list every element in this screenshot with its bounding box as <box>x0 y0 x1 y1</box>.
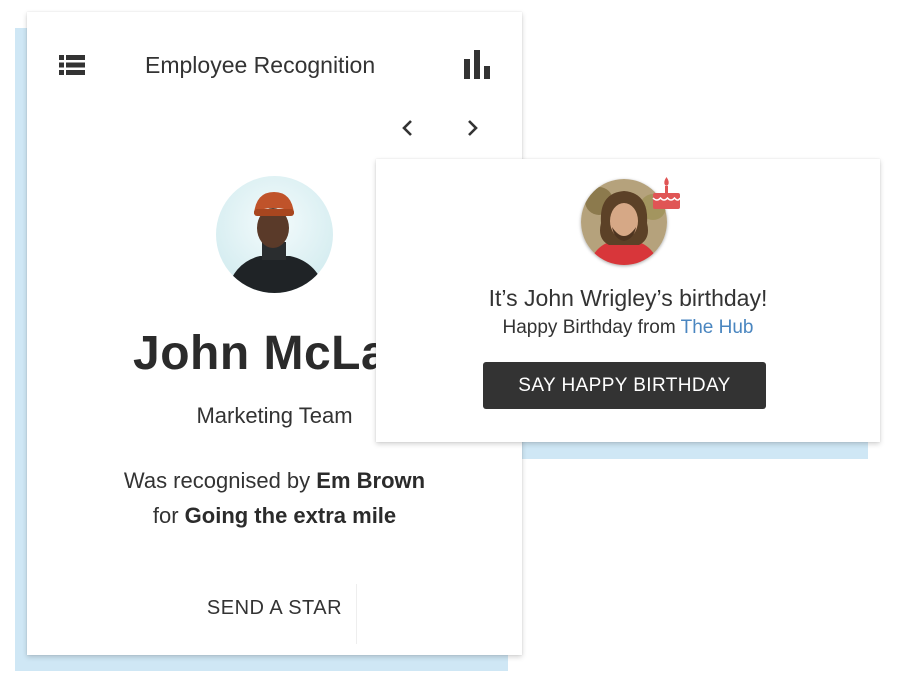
birthday-headline: It’s John Wrigley’s birthday! <box>488 285 768 311</box>
employee-name: John McLa <box>133 327 389 380</box>
birthday-greeting: Happy Birthday from The Hub <box>376 317 880 339</box>
greeting-prefix: Happy Birthday from <box>502 317 676 338</box>
page-title: Employee Recognition <box>145 52 376 78</box>
the-hub-link[interactable]: The Hub <box>681 317 754 338</box>
chevron-left-icon[interactable] <box>397 116 419 140</box>
recognition-reason-line: for Going the extra mile <box>27 503 522 529</box>
list-menu-icon[interactable] <box>59 55 85 75</box>
recognition-reason: Going the extra mile <box>184 503 397 528</box>
send-a-star-button[interactable]: SEND A STAR <box>27 597 522 620</box>
employee-avatar <box>216 176 333 293</box>
birthday-cake-icon <box>652 177 681 209</box>
birthday-card: It’s John Wrigley’s birthday! Happy Birt… <box>376 159 880 442</box>
bar-chart-icon[interactable] <box>464 50 492 79</box>
recognised-by-prefix: Was recognised by <box>123 468 311 493</box>
recogniser-name: Em Brown <box>316 468 426 493</box>
recognised-by-line: Was recognised by Em Brown <box>27 468 522 494</box>
chevron-right-icon[interactable] <box>461 116 483 140</box>
reason-prefix: for <box>152 503 179 528</box>
say-happy-birthday-button[interactable]: SAY HAPPY BIRTHDAY <box>483 362 766 409</box>
